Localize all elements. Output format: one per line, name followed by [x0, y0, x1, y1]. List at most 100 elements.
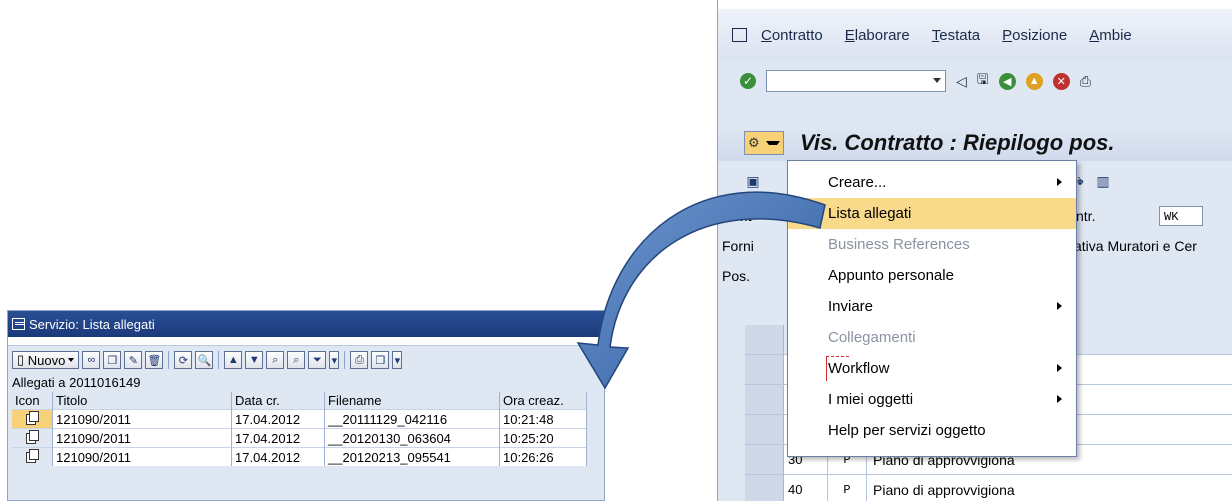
- row-selector[interactable]: [745, 475, 784, 501]
- menu-bar: Contratto Elaborare Testata Posizione Am…: [718, 9, 1232, 61]
- menu-ambiente[interactable]: Ambie: [1089, 27, 1132, 44]
- attachments-toolbar: ▯ Nuovo ∞ ❐ ✎ 🗑 ⟳ 🔍 ▲ ▼ ⌕ ⌕ ⏷ ▾ ⎙ ❐ ▾: [8, 346, 604, 374]
- enter-check-icon[interactable]: ✓: [740, 73, 756, 89]
- command-field[interactable]: [766, 70, 946, 92]
- filename-cell: __20111129_042116: [324, 409, 500, 429]
- services-for-object-button[interactable]: ⚙: [744, 131, 784, 155]
- chevron-down-icon: [68, 358, 75, 362]
- attachment-icon-cell[interactable]: [12, 409, 53, 429]
- copy-icon[interactable]: ❐: [103, 351, 122, 369]
- window-menu-icon[interactable]: [12, 318, 25, 330]
- submenu-arrow-icon: [1057, 302, 1062, 310]
- row-selector[interactable]: [745, 385, 784, 414]
- item-number-cell[interactable]: 40: [784, 475, 828, 501]
- glasses-icon[interactable]: ∞: [82, 351, 101, 369]
- menu-item-relationships: Collegamenti: [788, 322, 1076, 353]
- print-icon[interactable]: ⎙: [1080, 73, 1091, 90]
- window-top-band: [718, 0, 1232, 9]
- column-header-title[interactable]: Titolo: [52, 392, 232, 410]
- table-row[interactable]: 121090/2011 17.04.2012 __20120213_095541…: [12, 447, 587, 466]
- table-row[interactable]: 40 P Piano di approvvigiona: [745, 475, 1232, 501]
- menu-item-label: Lista allegati: [828, 205, 912, 222]
- back-icon[interactable]: ◀: [998, 72, 1016, 90]
- exit-icon[interactable]: ▲: [1025, 72, 1043, 90]
- table-header: Icon Titolo Data cr. Filename Ora creaz.: [12, 392, 587, 410]
- filter-icon[interactable]: ⏷: [308, 351, 327, 369]
- chevron-down-icon[interactable]: [933, 78, 941, 83]
- attachment-icon-cell[interactable]: [12, 428, 53, 448]
- menu-contratto-mnemonic: C: [761, 26, 772, 44]
- menu-contratto[interactable]: Contratto: [761, 27, 823, 44]
- title-cell[interactable]: 121090/2011: [52, 409, 232, 429]
- table-row[interactable]: 121090/2011 17.04.2012 __20111129_042116…: [12, 409, 587, 429]
- menu-posizione[interactable]: Posizione: [1002, 27, 1067, 44]
- find-icon[interactable]: ⌕: [266, 351, 285, 369]
- row-selector[interactable]: [745, 415, 784, 444]
- menu-item-label: Help per servizi oggetto: [828, 422, 986, 439]
- table-row[interactable]: 121090/2011 17.04.2012 __20120130_063604…: [12, 428, 587, 448]
- detail-icon[interactable]: 🔍: [195, 351, 214, 369]
- save-icon[interactable]: 🖫: [977, 69, 989, 93]
- menu-item-label: Inviare: [828, 298, 874, 315]
- menu-icon[interactable]: [732, 28, 747, 42]
- item-category-cell[interactable]: P: [828, 475, 867, 501]
- page-icon: ▯: [17, 352, 25, 367]
- attachments-heading: Allegati a 2011016149: [12, 375, 141, 390]
- menu-item-send[interactable]: Inviare: [788, 291, 1076, 322]
- menu-ambiente-mnemonic: A: [1089, 26, 1100, 44]
- contract-label: Cont: [722, 208, 752, 224]
- sort-ascending-icon[interactable]: ▲: [224, 351, 243, 369]
- menu-elaborare[interactable]: Elaborare: [845, 27, 910, 44]
- export-dropdown-icon[interactable]: ▾: [392, 351, 403, 369]
- refresh-icon[interactable]: ⟳: [174, 351, 193, 369]
- delete-icon[interactable]: 🗑: [145, 351, 164, 369]
- back-triangle-icon[interactable]: ◁: [956, 73, 967, 90]
- cancel-icon[interactable]: ✕: [1052, 72, 1070, 90]
- menu-item-attachment-list[interactable]: Lista allegati: [788, 198, 1076, 229]
- menu-item-business-references: Business References: [788, 229, 1076, 260]
- column-header-filename[interactable]: Filename: [324, 392, 500, 410]
- menu-item-workflow[interactable]: Workflow: [788, 353, 1076, 384]
- menu-ambiente-label: mbie: [1099, 26, 1132, 44]
- chart-icon[interactable]: ▥: [1094, 172, 1112, 190]
- sort-descending-icon[interactable]: ▼: [245, 351, 264, 369]
- new-attachment-button[interactable]: ▯ Nuovo: [12, 351, 80, 369]
- column-header-time[interactable]: Ora creaz.: [499, 392, 587, 410]
- menu-item-create[interactable]: Creare...: [788, 167, 1076, 198]
- column-header-date[interactable]: Data cr.: [231, 392, 325, 410]
- title-cell[interactable]: 121090/2011: [52, 447, 232, 466]
- document-icon: [26, 449, 39, 463]
- contract-type-field[interactable]: WK: [1159, 206, 1203, 226]
- attachment-icon-cell[interactable]: [12, 447, 53, 466]
- menu-item-label: Creare...: [828, 174, 887, 191]
- display-icon[interactable]: ▣: [744, 172, 762, 190]
- menu-contratto-label: ontratto: [771, 26, 823, 44]
- menu-elaborare-label: laborare: [854, 26, 910, 44]
- toolbar-divider: [218, 351, 220, 369]
- edit-icon[interactable]: ✎: [124, 351, 143, 369]
- menu-item-label: Appunto personale: [828, 267, 954, 284]
- menu-item-personal-note[interactable]: Appunto personale: [788, 260, 1076, 291]
- screen-titlebar: ⚙ Vis. Contratto : Riepilogo pos.: [718, 125, 1232, 161]
- menu-elaborare-mnemonic: E: [844, 26, 855, 44]
- row-selector[interactable]: [745, 445, 784, 474]
- workflow-icon: [826, 356, 849, 381]
- services-for-object-menu: Creare... Lista allegati Business Refere…: [787, 160, 1077, 457]
- export-icon[interactable]: ❐: [371, 351, 390, 369]
- row-selector[interactable]: [745, 325, 784, 354]
- short-text-cell[interactable]: Piano di approvvigiona: [867, 475, 1232, 501]
- row-selector[interactable]: [745, 355, 784, 384]
- menu-item-label: Business References: [828, 236, 970, 253]
- document-icon: [26, 411, 39, 425]
- column-header-icon[interactable]: Icon: [12, 392, 53, 410]
- find-next-icon[interactable]: ⌕: [287, 351, 306, 369]
- document-icon: [26, 430, 39, 444]
- filter-dropdown-icon[interactable]: ▾: [329, 351, 340, 369]
- filename-cell: __20120130_063604: [324, 428, 500, 448]
- print-icon[interactable]: ⎙: [350, 351, 369, 369]
- position-label: Pos.: [722, 268, 751, 284]
- menu-item-help[interactable]: Help per servizi oggetto: [788, 415, 1076, 446]
- title-cell[interactable]: 121090/2011: [52, 428, 232, 448]
- menu-item-my-objects[interactable]: I miei oggetti: [788, 384, 1076, 415]
- menu-testata[interactable]: Testata: [932, 27, 980, 44]
